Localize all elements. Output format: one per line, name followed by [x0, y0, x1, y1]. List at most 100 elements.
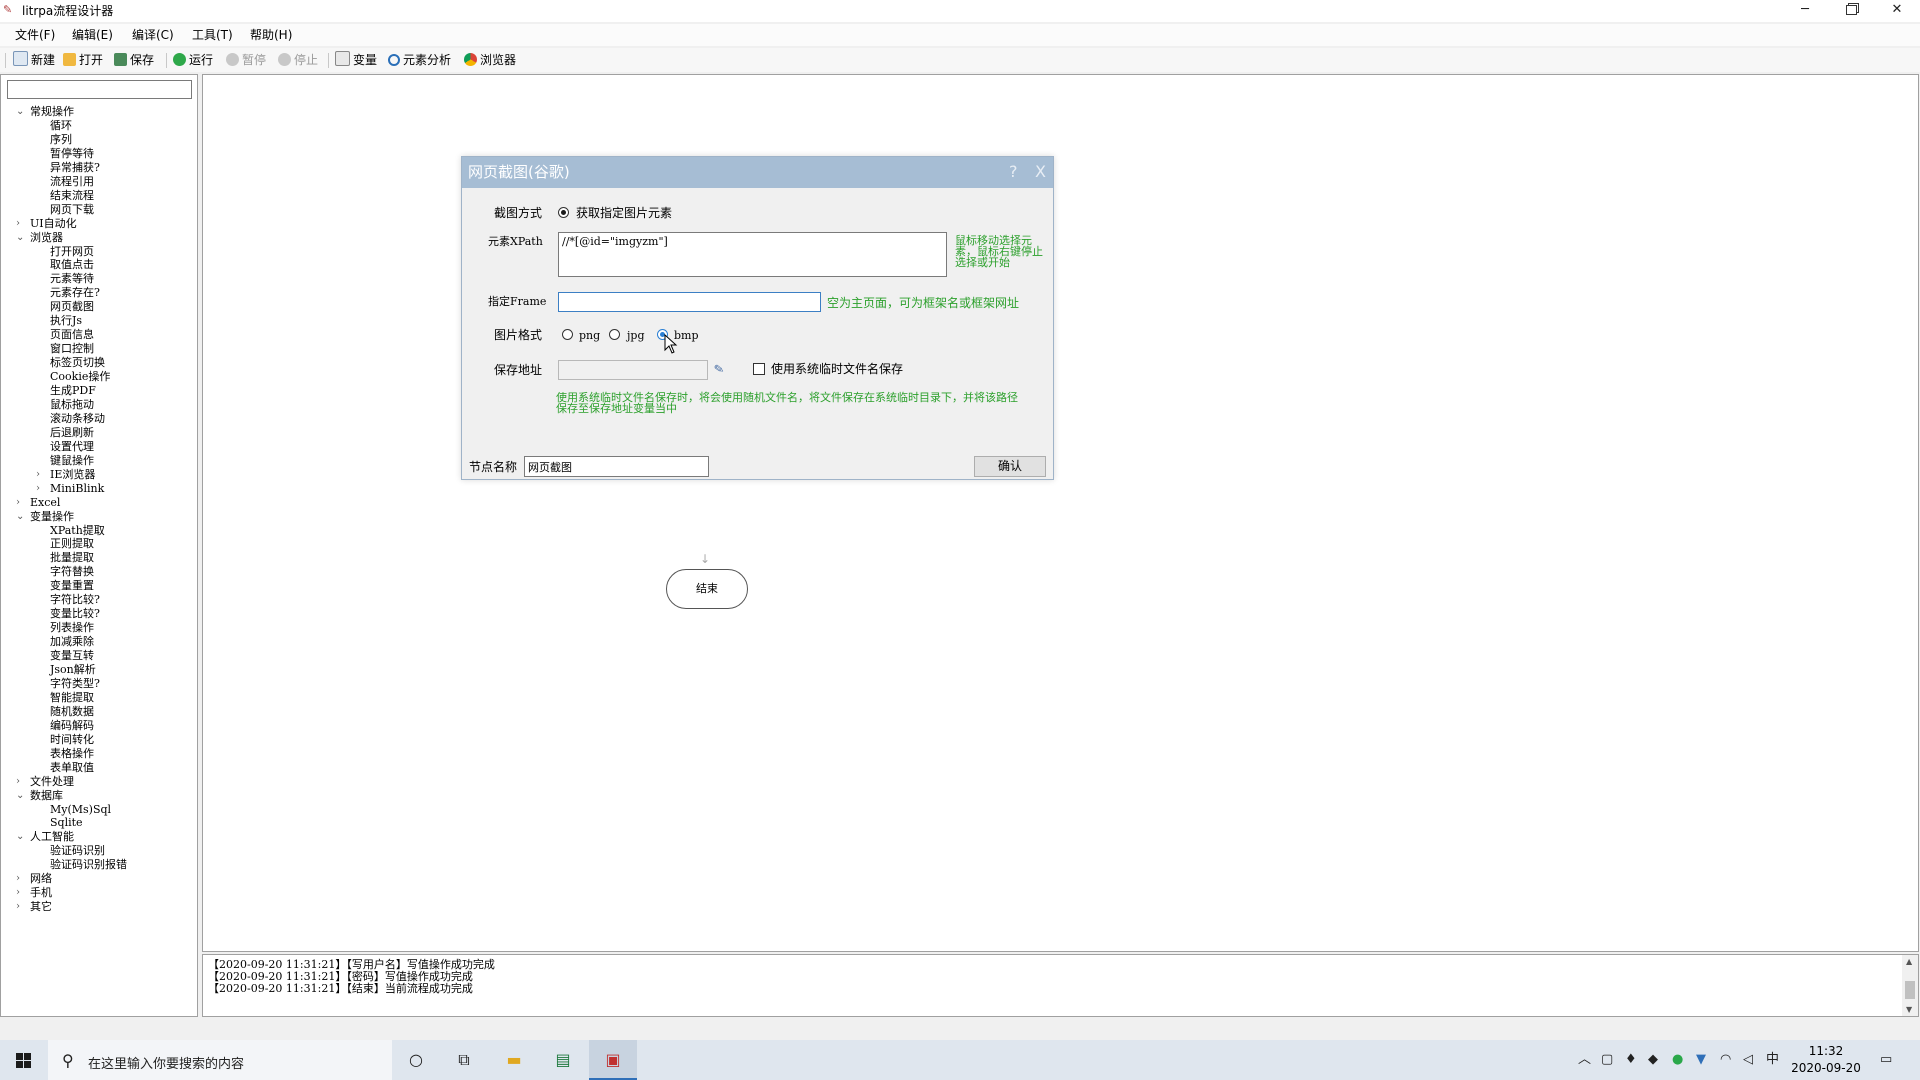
flow-canvas[interactable]: ↓ 结束 — [202, 74, 1919, 952]
cortana-button[interactable]: ○ — [392, 1040, 440, 1080]
chevron-down-icon[interactable]: ⌄ — [16, 830, 24, 844]
wechat-icon[interactable]: ● — [1672, 1052, 1683, 1068]
frame-input[interactable] — [558, 292, 821, 312]
start-button[interactable] — [0, 1040, 48, 1080]
chevron-right-icon[interactable]: › — [16, 872, 20, 886]
tree-item[interactable]: 窗口控制 — [50, 342, 94, 356]
tree-item[interactable]: 列表操作 — [50, 621, 94, 635]
tray-app-icon[interactable]: ▢ — [1601, 1052, 1613, 1068]
tree-item[interactable]: 键鼠操作 — [50, 454, 94, 468]
close-window-button[interactable]: ✕ — [1874, 0, 1920, 22]
tree-category[interactable]: ⌄ 变量操作 — [16, 510, 74, 524]
menu-tools[interactable]: 工具(T) — [192, 27, 233, 43]
tree-item[interactable]: 字符比较? — [50, 593, 100, 607]
tree-item[interactable]: 智能提取 — [50, 691, 94, 705]
tree-item[interactable]: › IE浏览器 — [36, 468, 95, 482]
chevron-right-icon[interactable]: › — [16, 496, 20, 510]
pen-icon[interactable]: ✎ — [713, 361, 725, 377]
chevron-down-icon[interactable]: ⌄ — [16, 105, 24, 119]
use-temp-label[interactable]: 使用系统临时文件名保存 — [771, 362, 903, 376]
tree-item[interactable]: 滚动条移动 — [50, 412, 105, 426]
tree-item[interactable]: 元素存在? — [50, 286, 100, 300]
tree-item[interactable]: 批量提取 — [50, 551, 94, 565]
menu-compile[interactable]: 编译(C) — [132, 27, 174, 43]
tree-category[interactable]: › 其它 — [16, 900, 52, 914]
chevron-down-icon[interactable]: ⌄ — [16, 789, 24, 803]
open-button[interactable]: 打开 — [63, 51, 103, 69]
chevron-right-icon[interactable]: › — [36, 482, 40, 496]
tree-item[interactable]: 变量重置 — [50, 579, 94, 593]
notifications-icon[interactable]: ▭ — [1880, 1052, 1892, 1068]
tree-item[interactable]: 网页下载 — [50, 203, 94, 217]
browser-button[interactable]: 浏览器 — [464, 51, 516, 69]
variables-button[interactable]: 变量 — [335, 51, 377, 69]
capture-mode-radio[interactable] — [558, 207, 569, 218]
tree-item[interactable]: 加减乘除 — [50, 635, 94, 649]
menu-edit[interactable]: 编辑(E) — [72, 27, 113, 43]
tree-item[interactable]: 序列 — [50, 133, 72, 147]
tree-search-input[interactable] — [7, 80, 192, 99]
restore-button[interactable] — [1828, 0, 1874, 22]
tree-item[interactable]: 变量比较? — [50, 607, 100, 621]
security-shield-icon[interactable]: ▼ — [1696, 1052, 1706, 1068]
capture-mode-option[interactable]: 获取指定图片元素 — [576, 206, 672, 220]
menu-file[interactable]: 文件(F) — [15, 27, 55, 43]
tree-item[interactable]: 表单取值 — [50, 761, 94, 775]
pause-button[interactable]: 暂停 — [226, 51, 266, 69]
network-icon[interactable]: ◠ — [1720, 1052, 1731, 1068]
chevron-right-icon[interactable]: › — [16, 886, 20, 900]
tree-category[interactable]: › 文件处理 — [16, 775, 74, 789]
node-name-input[interactable]: 网页截图 — [524, 456, 709, 477]
tree-item[interactable]: 设置代理 — [50, 440, 94, 454]
use-temp-checkbox[interactable] — [753, 363, 765, 375]
scroll-up-icon[interactable]: ▲ — [1906, 957, 1912, 966]
tree-item[interactable]: 暂停等待 — [50, 147, 94, 161]
chevron-right-icon[interactable]: › — [16, 217, 20, 231]
chevron-down-icon[interactable]: ⌄ — [16, 231, 24, 245]
run-button[interactable]: 运行 — [173, 51, 213, 69]
tree-item[interactable]: 字符替换 — [50, 565, 94, 579]
tree-category[interactable]: › UI自动化 — [16, 217, 77, 231]
tree-item[interactable]: 结束流程 — [50, 189, 94, 203]
volume-icon[interactable]: ◁ — [1743, 1052, 1753, 1068]
tree-item[interactable]: Cookie操作 — [50, 370, 110, 384]
tree-item[interactable]: Json解析 — [50, 663, 96, 677]
format-png-radio[interactable] — [562, 329, 573, 340]
file-explorer-button[interactable]: ▬ — [490, 1040, 538, 1080]
tree-category[interactable]: › Excel — [16, 496, 60, 510]
confirm-button[interactable]: 确认 — [974, 456, 1046, 477]
tree-item[interactable]: 页面信息 — [50, 328, 94, 342]
tree-item[interactable]: 验证码识别报错 — [50, 858, 127, 872]
help-button[interactable]: ? — [1009, 162, 1018, 181]
format-jpg-label[interactable]: jpg — [627, 329, 645, 343]
scroll-thumb[interactable] — [1905, 981, 1915, 999]
tree-item[interactable]: 循环 — [50, 119, 72, 133]
scroll-down-icon[interactable]: ▼ — [1906, 1005, 1912, 1014]
tree-item[interactable]: 执行Js — [50, 314, 82, 328]
tree-item[interactable]: 取值点击 — [50, 258, 94, 272]
format-png-label[interactable]: png — [579, 329, 600, 343]
tree-category[interactable]: ⌄ 浏览器 — [16, 231, 63, 245]
xpath-input[interactable]: //*[@id="imgyzm"] — [558, 232, 947, 277]
tree-category[interactable]: ⌄ 数据库 — [16, 789, 63, 803]
tray-app-icon[interactable]: ◆ — [1648, 1052, 1658, 1068]
tree-item[interactable]: My(Ms)Sql — [50, 803, 111, 817]
tree-item[interactable]: 编码解码 — [50, 719, 94, 733]
new-button[interactable]: 新建 — [13, 51, 55, 69]
save-path-input[interactable] — [558, 360, 708, 380]
task-view-button[interactable]: ⧉ — [440, 1040, 488, 1080]
flow-end-node[interactable]: 结束 — [666, 569, 748, 609]
microphone-icon[interactable]: ♦ — [1625, 1052, 1637, 1068]
menu-help[interactable]: 帮助(H) — [250, 27, 292, 43]
tree-item[interactable]: 鼠标拖动 — [50, 398, 94, 412]
save-button[interactable]: 保存 — [114, 51, 154, 69]
tree-item[interactable]: 标签页切换 — [50, 356, 105, 370]
tree-item[interactable]: 异常捕获? — [50, 161, 100, 175]
element-analysis-button[interactable]: 元素分析 — [388, 51, 451, 69]
tree-category[interactable]: › 手机 — [16, 886, 52, 900]
tree-item[interactable]: 字符类型? — [50, 677, 100, 691]
tree-item[interactable]: 元素等待 — [50, 272, 94, 286]
tree-item[interactable]: 网页截图 — [50, 300, 94, 314]
tree-item[interactable]: 随机数据 — [50, 705, 94, 719]
tree-item[interactable]: 打开网页 — [50, 245, 94, 259]
